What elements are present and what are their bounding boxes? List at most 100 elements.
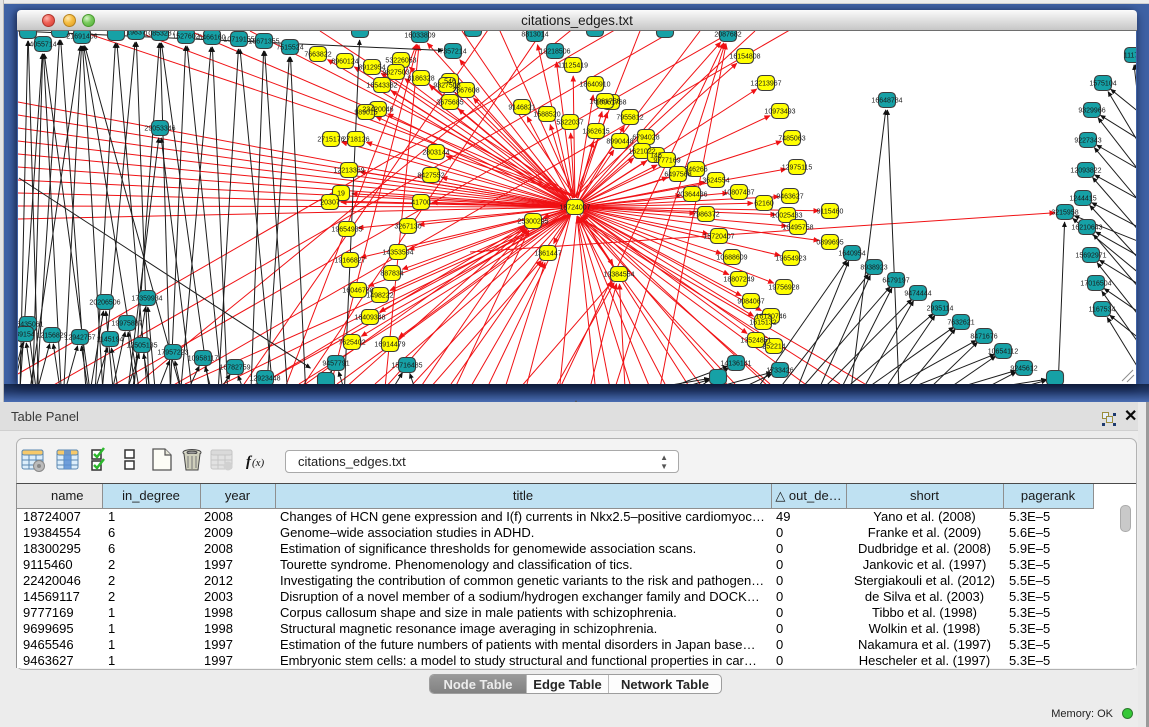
svg-text:1615132: 1615132 bbox=[749, 320, 776, 327]
svg-text:1361447: 1361447 bbox=[534, 251, 561, 258]
svg-text:2803144: 2803144 bbox=[422, 150, 449, 157]
svg-text:16409348: 16409348 bbox=[354, 315, 385, 322]
svg-text:18807249: 18807249 bbox=[723, 277, 754, 284]
svg-text:16210643: 16210643 bbox=[1071, 225, 1102, 232]
svg-text:12923448: 12923448 bbox=[249, 376, 280, 383]
svg-text:1527602: 1527602 bbox=[172, 34, 199, 41]
svg-text:19654935: 19654935 bbox=[331, 227, 362, 234]
svg-text:2867608: 2867608 bbox=[452, 88, 479, 95]
svg-text:17359934: 17359934 bbox=[131, 296, 162, 303]
svg-text:1588520: 1588520 bbox=[533, 112, 560, 119]
svg-text:20307: 20307 bbox=[320, 200, 340, 207]
svg-text:16914479: 16914479 bbox=[374, 342, 405, 349]
svg-text:16435061: 16435061 bbox=[18, 322, 44, 329]
svg-text:18640910: 18640910 bbox=[579, 82, 610, 89]
svg-text:6466160: 6466160 bbox=[198, 35, 225, 42]
svg-text:16154808: 16154808 bbox=[729, 54, 760, 61]
svg-text:7357214: 7357214 bbox=[439, 49, 466, 56]
svg-text:62160: 62160 bbox=[754, 201, 774, 208]
svg-text:17957223: 17957223 bbox=[157, 350, 188, 357]
svg-text:1167534: 1167534 bbox=[1089, 307, 1116, 314]
svg-text:6497568: 6497568 bbox=[664, 172, 691, 179]
svg-text:10958117: 10958117 bbox=[188, 356, 219, 363]
svg-text:9146821: 9146821 bbox=[508, 105, 535, 112]
svg-text:2935114: 2935114 bbox=[927, 306, 954, 313]
svg-text:12975115: 12975115 bbox=[782, 165, 813, 172]
svg-text:16495758: 16495758 bbox=[782, 225, 813, 232]
svg-text:1575104: 1575104 bbox=[1089, 81, 1116, 88]
svg-text:19384554: 19384554 bbox=[603, 272, 634, 279]
svg-text:3675685: 3675685 bbox=[436, 100, 463, 107]
svg-text:9084067: 9084067 bbox=[737, 299, 764, 306]
svg-text:8186328: 8186328 bbox=[407, 76, 434, 83]
svg-text:16961758: 16961758 bbox=[589, 99, 620, 106]
svg-text:10654112: 10654112 bbox=[988, 349, 1019, 356]
svg-text:2087682: 2087682 bbox=[714, 32, 741, 39]
svg-text:9474444: 9474444 bbox=[904, 291, 931, 298]
svg-text:9463627: 9463627 bbox=[776, 194, 803, 201]
svg-text:12942757: 12942757 bbox=[64, 335, 95, 342]
svg-text:9115460: 9115460 bbox=[817, 209, 844, 216]
svg-text:10973493: 10973493 bbox=[764, 109, 795, 116]
svg-text:10688609: 10688609 bbox=[716, 255, 747, 262]
svg-text:10807487: 10807487 bbox=[723, 190, 754, 197]
svg-text:2718126: 2718126 bbox=[342, 137, 369, 144]
svg-text:19166827: 19166827 bbox=[334, 258, 365, 265]
svg-text:14136141: 14136141 bbox=[720, 361, 751, 368]
svg-text:9329966: 9329966 bbox=[1078, 108, 1105, 115]
svg-text:9457791: 9457791 bbox=[322, 361, 349, 368]
svg-text:16671355: 16671355 bbox=[248, 39, 279, 46]
svg-text:6479197: 6479197 bbox=[882, 278, 909, 285]
svg-text:9227343: 9227343 bbox=[1074, 138, 1101, 145]
svg-text:8427552: 8427552 bbox=[417, 173, 444, 180]
svg-text:887834: 887834 bbox=[380, 271, 403, 278]
svg-text:18724007: 18724007 bbox=[559, 205, 590, 212]
svg-text:29053346: 29053346 bbox=[144, 126, 175, 133]
svg-text:(x): (x) bbox=[252, 457, 265, 469]
svg-text:7663822: 7663822 bbox=[304, 52, 331, 59]
svg-text:252214: 252214 bbox=[762, 344, 785, 351]
svg-text:1640954: 1640954 bbox=[838, 251, 865, 258]
svg-text:53226053: 53226053 bbox=[385, 58, 416, 65]
svg-text:4055714: 4055714 bbox=[29, 42, 56, 49]
svg-text:1244415: 1244415 bbox=[1069, 196, 1096, 203]
svg-text:8960124: 8960124 bbox=[331, 59, 358, 66]
svg-text:12213369: 12213369 bbox=[333, 168, 364, 175]
svg-text:3624554: 3624554 bbox=[702, 178, 729, 185]
svg-text:1145194: 1145194 bbox=[97, 337, 124, 344]
svg-text:16543382: 16543382 bbox=[366, 83, 397, 90]
svg-text:20206506: 20206506 bbox=[89, 300, 120, 307]
svg-text:7625402: 7625402 bbox=[338, 340, 365, 347]
svg-text:10025433: 10025433 bbox=[771, 213, 802, 220]
svg-text:19975887: 19975887 bbox=[111, 321, 142, 328]
svg-text:7986372: 7986372 bbox=[692, 212, 719, 219]
svg-text:9245612: 9245612 bbox=[1010, 366, 1037, 373]
svg-text:7485063: 7485063 bbox=[778, 136, 805, 143]
svg-text:989015: 989015 bbox=[354, 110, 377, 117]
svg-text:14353594: 14353594 bbox=[382, 250, 413, 257]
svg-text:21691406: 21691406 bbox=[66, 34, 97, 41]
svg-text:5322037: 5322037 bbox=[556, 120, 583, 127]
svg-text:6794028: 6794028 bbox=[632, 135, 659, 142]
svg-text:12093822: 12093822 bbox=[1070, 168, 1101, 175]
svg-text:1733426: 1733426 bbox=[766, 368, 793, 375]
svg-text:3215958: 3215958 bbox=[1051, 210, 1078, 217]
svg-text:19654923: 19654923 bbox=[775, 256, 806, 263]
svg-text:41700: 41700 bbox=[411, 200, 431, 207]
svg-text:19837: 19837 bbox=[126, 31, 146, 37]
svg-text:20364436: 20364436 bbox=[676, 192, 707, 199]
svg-text:2715176: 2715176 bbox=[317, 137, 344, 144]
svg-text:15716485: 15716485 bbox=[391, 363, 422, 370]
svg-text:16782759: 16782759 bbox=[219, 365, 250, 372]
svg-text:15720407: 15720407 bbox=[703, 234, 734, 241]
svg-text:7632621: 7632621 bbox=[947, 320, 974, 327]
svg-text:19756928: 19756928 bbox=[768, 285, 799, 292]
svg-text:8813014: 8813014 bbox=[521, 32, 548, 39]
svg-text:25300295: 25300295 bbox=[517, 219, 548, 226]
svg-text:15692971: 15692971 bbox=[1075, 253, 1106, 260]
svg-text:1362615: 1362615 bbox=[582, 129, 609, 136]
svg-text:12213967: 12213967 bbox=[750, 81, 781, 88]
svg-text:9777169: 9777169 bbox=[653, 158, 680, 165]
svg-text:16033809: 16033809 bbox=[404, 33, 435, 40]
svg-text:9827503: 9827503 bbox=[382, 70, 409, 77]
